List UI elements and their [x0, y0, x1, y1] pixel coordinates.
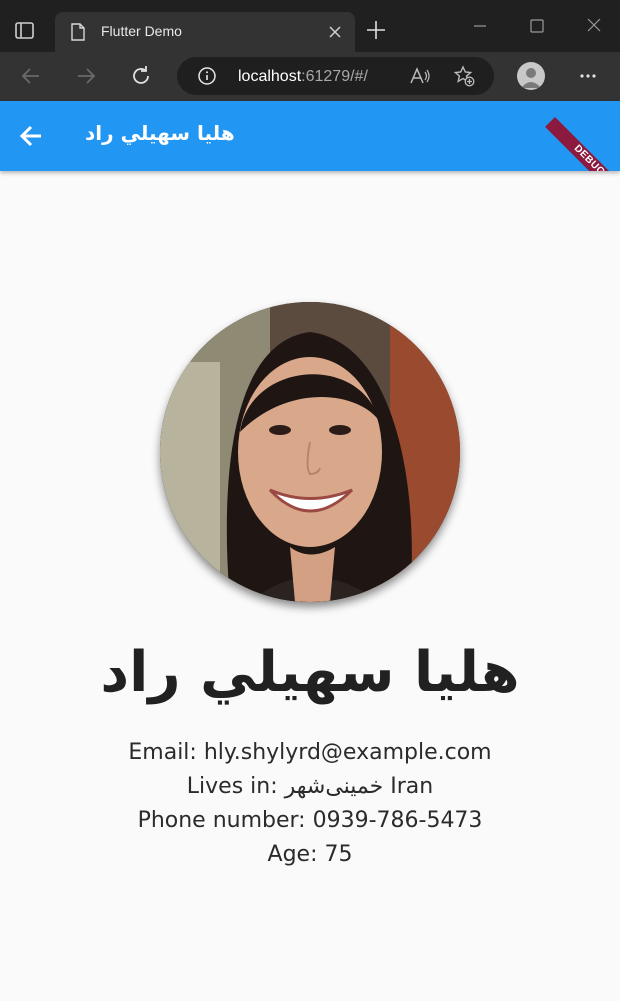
- debug-banner: DEBUG: [545, 117, 620, 171]
- app-bar-title: هليا سهيلي راد: [85, 121, 235, 145]
- tab-title: Flutter Demo: [101, 23, 182, 39]
- more-options-icon[interactable]: [577, 66, 599, 86]
- profile-details: Email: hly.shylyrd@example.com Lives in:…: [0, 736, 620, 872]
- phone-text: Phone number: 0939-786-5473: [137, 808, 483, 833]
- back-arrow-icon[interactable]: [18, 123, 44, 149]
- address-bar[interactable]: localhost:61279/#/: [177, 57, 494, 95]
- forward-nav-icon[interactable]: [74, 64, 98, 88]
- browser-toolbar: localhost:61279/#/: [0, 52, 620, 101]
- new-tab-icon[interactable]: [364, 18, 388, 42]
- read-aloud-icon[interactable]: [409, 66, 431, 86]
- back-nav-icon[interactable]: [19, 64, 43, 88]
- page-icon: [70, 23, 86, 41]
- browser-tab[interactable]: Flutter Demo: [55, 12, 355, 52]
- maximize-icon[interactable]: [525, 16, 549, 36]
- tab-actions-icon[interactable]: [14, 20, 36, 42]
- app-bar: هليا سهيلي راد DEBUG: [0, 101, 620, 171]
- minimize-icon[interactable]: [468, 16, 492, 36]
- close-window-icon[interactable]: [582, 16, 606, 36]
- refresh-icon[interactable]: [129, 64, 153, 88]
- email-text: Email: hly.shylyrd@example.com: [128, 740, 492, 765]
- browser-tab-strip: Flutter Demo: [0, 0, 620, 52]
- profile-name: هليا سهيلي راد: [100, 640, 520, 705]
- site-info-icon[interactable]: [197, 66, 217, 86]
- url-text[interactable]: localhost:61279/#/: [238, 68, 368, 86]
- close-tab-icon[interactable]: [325, 22, 345, 42]
- location-text: Lives in: خمینی‌شهر Iran: [186, 774, 434, 799]
- profile-avatar-icon[interactable]: [517, 62, 545, 90]
- age-text: Age: 75: [267, 842, 353, 867]
- add-favorite-icon[interactable]: [453, 65, 475, 87]
- avatar: [160, 302, 460, 602]
